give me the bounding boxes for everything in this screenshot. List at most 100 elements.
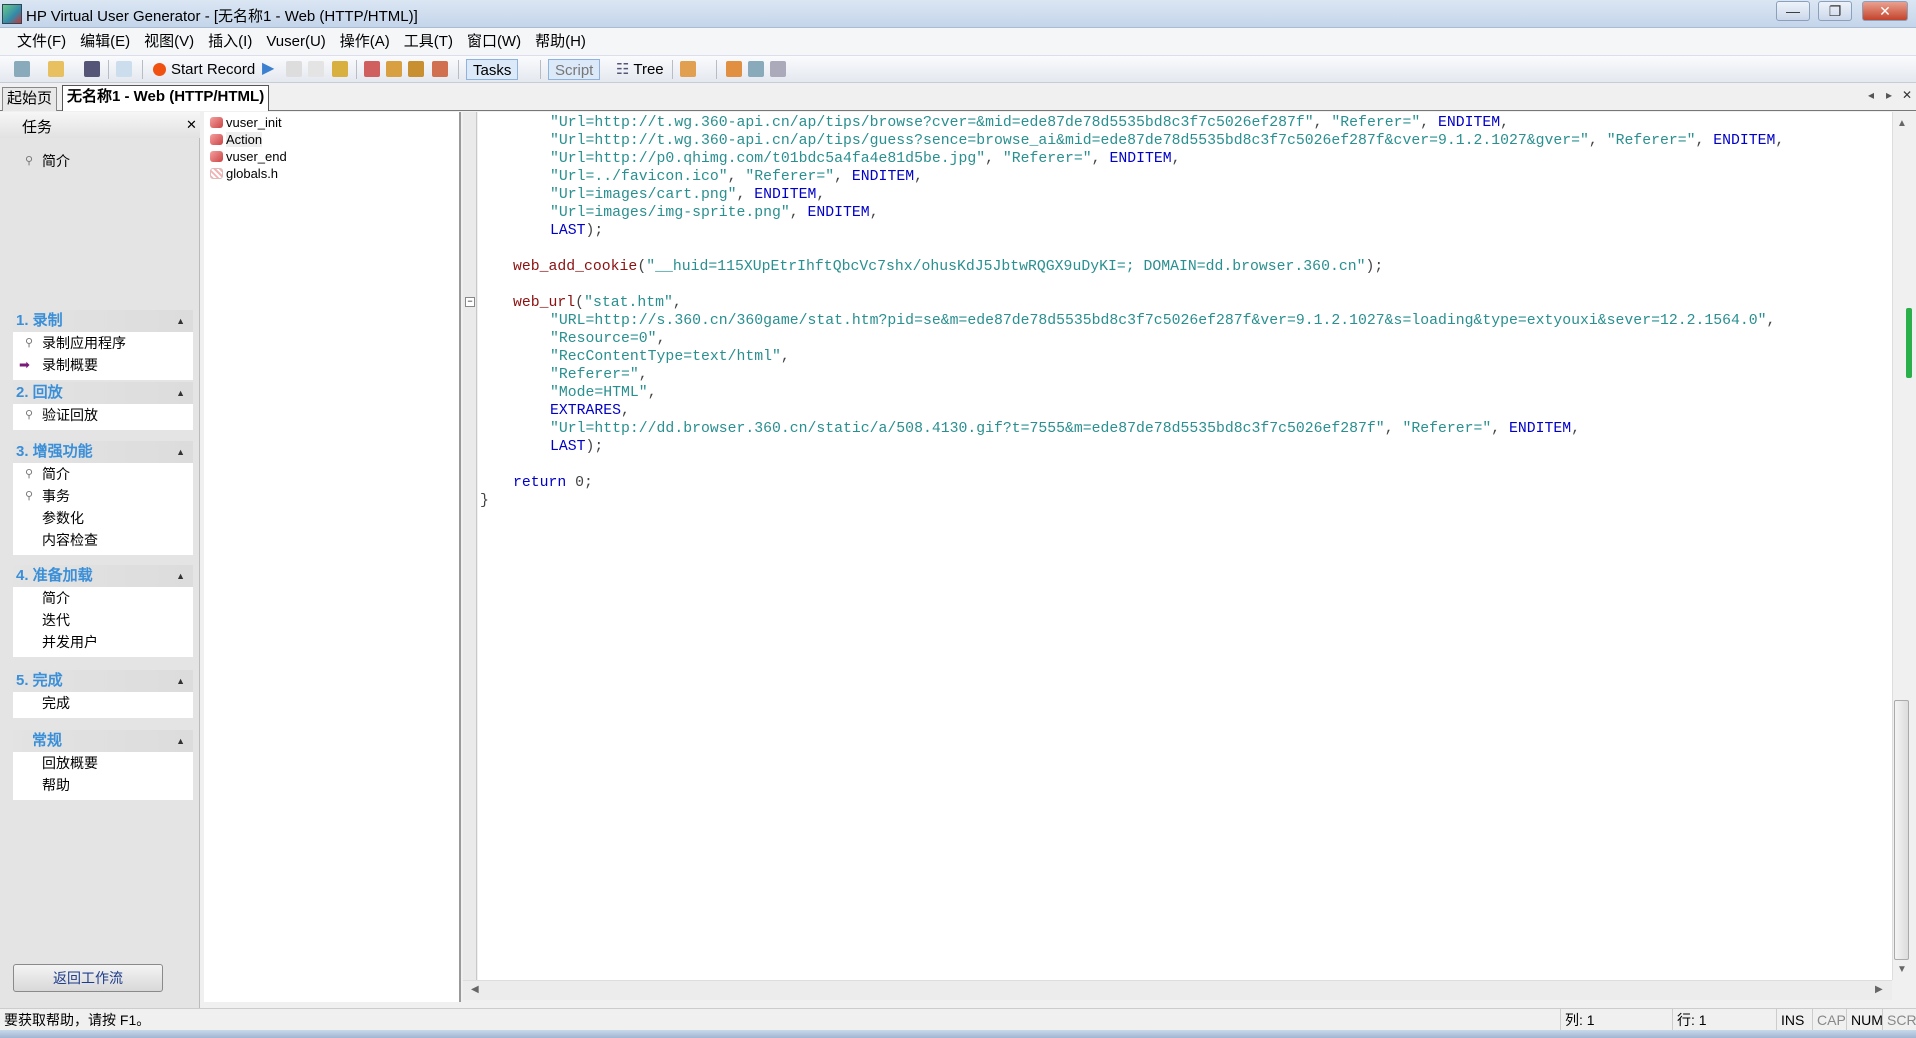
menu-item[interactable]: 编辑(E): [73, 28, 137, 56]
menu-item[interactable]: 插入(I): [201, 28, 259, 56]
scroll-down-icon[interactable]: ▼: [1897, 964, 1907, 975]
html-icon[interactable]: [748, 61, 764, 77]
task-item[interactable]: 内容检查: [13, 529, 193, 551]
stop-icon[interactable]: [286, 61, 302, 77]
tab-prev-icon[interactable]: ◂: [1868, 88, 1874, 102]
task-item[interactable]: ⚲ 事务: [13, 485, 193, 507]
collapse-icon[interactable]: ▲: [176, 310, 185, 332]
code-token: );: [585, 223, 604, 239]
tab-next-icon[interactable]: ▸: [1886, 88, 1892, 102]
code-token: ,: [789, 205, 808, 221]
task-item-label: 简介: [42, 466, 70, 482]
task-group-header[interactable]: 1. 录制 ▲: [13, 310, 193, 332]
task-group-header[interactable]: 2. 回放 ▲: [13, 382, 193, 404]
code-token: ENDITEM: [851, 169, 915, 185]
menu-item[interactable]: 帮助(H): [528, 28, 593, 56]
code-token: ENDITEM: [1437, 115, 1501, 131]
start-transaction-icon[interactable]: [386, 61, 402, 77]
rendezvous-icon[interactable]: [432, 61, 448, 77]
task-pane-header: 任务 ✕: [0, 112, 200, 138]
menu-item[interactable]: 视图(V): [137, 28, 201, 56]
open-icon[interactable]: [48, 61, 64, 77]
task-group-header[interactable]: 3. 增强功能 ▲: [13, 441, 193, 463]
task-pane: 任务 ✕ ⚲ 简介 1. 录制 ▲ ⚲ 录制应用程序 ➡ 录制概要 2. 回放 ▲ ⚲ 验证回放 3.…: [0, 112, 200, 1008]
status-help-text: 要获取帮助，请按 F1。: [4, 1012, 151, 1028]
tab-script[interactable]: 无名称1 - Web (HTTP/HTML): [62, 85, 270, 111]
start-record-button[interactable]: Start Record: [171, 59, 255, 80]
task-item[interactable]: 迭代: [13, 609, 193, 631]
task-item[interactable]: 并发用户: [13, 631, 193, 653]
copy-icon[interactable]: [770, 61, 786, 77]
code-token: "Url=images/cart.png": [550, 187, 737, 203]
task-pane-close-icon[interactable]: ✕: [186, 117, 197, 133]
pause-icon[interactable]: [308, 61, 324, 77]
horizontal-scrollbar[interactable]: ◀ ▶: [463, 980, 1892, 1000]
task-item[interactable]: 帮助: [13, 774, 193, 796]
task-item[interactable]: ⚲ 简介: [13, 463, 193, 485]
task-item[interactable]: ⚲ 验证回放: [13, 404, 193, 426]
tab-start-page[interactable]: 起始页: [2, 87, 58, 111]
task-group: 4. 准备加载 ▲ 简介 迭代 并发用户: [13, 565, 193, 657]
play-icon[interactable]: ▶: [262, 61, 278, 77]
end-transaction-icon[interactable]: [408, 61, 424, 77]
title-bar: HP Virtual User Generator - [无名称1 - Web …: [0, 0, 1916, 28]
code-line: "Url=http://dd.browser.360.cn/static/a/5…: [478, 420, 1784, 438]
tree-node[interactable]: vuser_init: [208, 114, 282, 131]
task-group: 1. 录制 ▲ ⚲ 录制应用程序 ➡ 录制概要: [13, 310, 193, 380]
task-item[interactable]: 参数化: [13, 507, 193, 529]
editor-gutter: [463, 112, 477, 980]
task-item[interactable]: ⚲ 录制应用程序: [13, 332, 193, 354]
code-token: ,: [780, 349, 790, 365]
minimize-button[interactable]: —: [1776, 1, 1810, 21]
task-item[interactable]: ➡ 录制概要: [13, 354, 193, 376]
tab-close-icon[interactable]: ✕: [1902, 88, 1912, 102]
task-group-header[interactable]: 5. 完成 ▲: [13, 670, 193, 692]
tree-node[interactable]: vuser_end: [208, 148, 287, 165]
find-icon[interactable]: [116, 61, 132, 77]
save-icon[interactable]: [84, 61, 100, 77]
script-editor[interactable]: "Url=http://t.wg.360-api.cn/ap/tips/brow…: [478, 112, 1892, 980]
task-group-header[interactable]: 4. 准备加载 ▲: [13, 565, 193, 587]
menu-item[interactable]: 操作(A): [333, 28, 397, 56]
scroll-right-icon[interactable]: ▶: [1875, 984, 1883, 995]
scroll-up-icon[interactable]: ▲: [1897, 118, 1907, 129]
collapse-icon[interactable]: ▲: [176, 730, 185, 752]
code-content[interactable]: "Url=http://t.wg.360-api.cn/ap/tips/brow…: [478, 114, 1784, 510]
new-script-icon[interactable]: [14, 61, 30, 77]
menu-item[interactable]: 文件(F): [10, 28, 73, 56]
task-group-header[interactable]: 常规 ▲: [13, 730, 193, 752]
code-token: ,: [1491, 421, 1510, 437]
scrollbar-thumb[interactable]: [1894, 700, 1909, 960]
task-item[interactable]: 回放概要: [13, 752, 193, 774]
fold-toggle-icon[interactable]: −: [465, 297, 475, 307]
task-item[interactable]: 简介: [13, 587, 193, 609]
collapse-icon[interactable]: ▲: [176, 441, 185, 463]
breakpoint-icon[interactable]: [364, 61, 380, 77]
task-item-label: 帮助: [42, 777, 70, 793]
collapse-icon[interactable]: ▲: [176, 565, 185, 587]
task-item[interactable]: 完成: [13, 692, 193, 714]
status-num: NUM: [1846, 1009, 1883, 1031]
menu-item[interactable]: 工具(T): [397, 28, 460, 56]
collapse-icon[interactable]: ▲: [176, 382, 185, 404]
collapse-icon[interactable]: ▲: [176, 670, 185, 692]
tree-node[interactable]: globals.h: [208, 165, 278, 182]
scroll-left-icon[interactable]: ◀: [471, 984, 479, 995]
code-line: web_add_cookie("__huid=115XUpEtrIhftQbcV…: [478, 258, 1784, 276]
tree-view-button[interactable]: ☷ Tree: [616, 59, 664, 80]
output-icon[interactable]: [680, 61, 696, 77]
tasks-button[interactable]: Tasks: [466, 59, 519, 80]
script-view-button[interactable]: Script: [548, 59, 601, 80]
maximize-button[interactable]: ❐: [1818, 1, 1852, 21]
return-to-workflow-button[interactable]: 返回工作流: [13, 964, 163, 992]
code-line: web_url("stat.htm",: [478, 294, 1784, 312]
step-icon[interactable]: [332, 61, 348, 77]
code-token: ,: [914, 169, 923, 185]
close-button[interactable]: ✕: [1862, 1, 1908, 21]
menu-item[interactable]: Vuser(U): [259, 28, 332, 56]
menu-item[interactable]: 窗口(W): [460, 28, 528, 56]
sync-icon[interactable]: [726, 61, 742, 77]
task-item[interactable]: ⚲ 简介: [13, 150, 193, 172]
tree-node[interactable]: Action: [208, 131, 263, 148]
